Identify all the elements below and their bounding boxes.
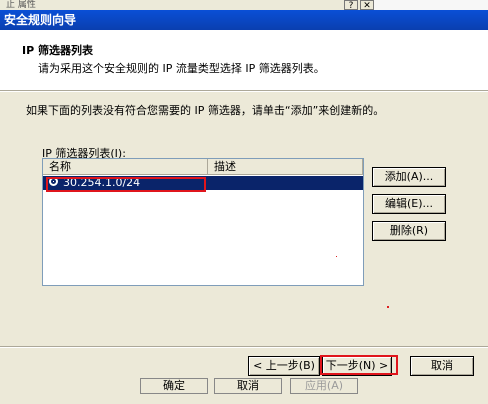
- instruction-text: 如果下面的列表没有符合您需要的 IP 筛选器，请单击“添加”来创建新的。: [26, 104, 385, 117]
- delete-button[interactable]: 删除(R): [372, 221, 446, 241]
- header-divider: [0, 90, 488, 92]
- wizard-header: IP 筛选器列表 请为采用这个安全规则的 IP 流量类型选择 IP 筛选器列表。: [0, 30, 488, 90]
- background-cancel-button[interactable]: 取消: [214, 378, 282, 394]
- help-button[interactable]: ?: [344, 0, 358, 11]
- next-annotation-box: [320, 355, 398, 375]
- back-button[interactable]: < 上一步(B): [248, 356, 320, 376]
- background-apply-button: 应用(A): [290, 378, 358, 394]
- background-window-title: 止 属性: [6, 0, 36, 10]
- security-rule-wizard: 安全规则向导 IP 筛选器列表 请为采用这个安全规则的 IP 流量类型选择 IP…: [0, 10, 488, 376]
- close-icon[interactable]: ✕: [360, 0, 374, 11]
- selection-annotation-box: [46, 177, 206, 192]
- column-header-name[interactable]: 名称: [43, 159, 208, 175]
- column-header-description[interactable]: 描述: [208, 159, 363, 175]
- background-dialog-footer: 确定 取消 应用(A): [0, 376, 488, 404]
- wizard-title: 安全规则向导: [0, 10, 488, 30]
- cancel-button[interactable]: 取消: [410, 356, 474, 376]
- background-ok-button[interactable]: 确定: [140, 378, 208, 394]
- add-button[interactable]: 添加(A)...: [372, 167, 446, 187]
- stray-dot: [387, 306, 389, 308]
- footer-divider: [0, 346, 488, 348]
- header-title: IP 筛选器列表: [22, 44, 93, 57]
- stray-dot: [336, 256, 337, 257]
- edit-button[interactable]: 编辑(E)...: [372, 194, 446, 214]
- header-subtitle: 请为采用这个安全规则的 IP 流量类型选择 IP 筛选器列表。: [38, 62, 325, 75]
